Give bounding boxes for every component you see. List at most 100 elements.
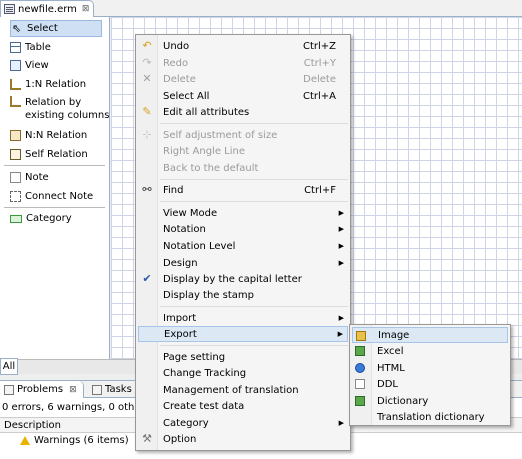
warning-icon (20, 436, 30, 445)
menu-item-management-of-translation[interactable]: Management of translation (138, 382, 348, 398)
editor-tabbar: newfile.erm ⊠ (0, 0, 522, 17)
menu-item-shortcut: Ctrl+Z (302, 40, 336, 52)
palette-item-label: Self Relation (25, 149, 88, 160)
tree-row-label: Warnings (6 items) (34, 435, 129, 446)
wrench-icon: ⚒ (142, 432, 152, 445)
submenu-arrow-icon: ▶ (338, 419, 344, 427)
menu-item-shortcut: Ctrl+A (302, 90, 336, 102)
palette-item-1n-relation[interactable]: 1:N Relation (10, 76, 86, 93)
tab-problems[interactable]: Problems ⊠ (0, 381, 84, 398)
menu-item-notation[interactable]: Notation ▶ (138, 221, 348, 237)
menu-item-label: Right Angle Line (163, 145, 245, 157)
erm-file-icon (4, 4, 15, 14)
submenu-item-excel[interactable]: Excel (352, 343, 508, 359)
menu-item-right-angle-line[interactable]: Right Angle Line (138, 143, 348, 159)
menu-item-import[interactable]: Import ▶ (138, 310, 348, 326)
menu-item-label: Category (163, 417, 209, 429)
self-relation-icon (10, 149, 21, 160)
dictionary-icon (355, 396, 365, 406)
arrow-icon: ⇖ (12, 22, 22, 35)
palette-item-table[interactable]: Table (10, 39, 51, 56)
tab-label: Problems (17, 384, 64, 395)
export-submenu: Image Excel HTML DDL Dictionary Translat… (349, 324, 511, 426)
submenu-arrow-icon: ▶ (338, 259, 344, 267)
menu-item-page-setting[interactable]: Page setting (138, 349, 348, 365)
context-menu: ↶ Undo Ctrl+Z ↷ Redo Ctrl+Y ✕ Delete Del… (135, 34, 351, 451)
palette-item-select[interactable]: ⇖ Select (10, 20, 102, 37)
tree-row-warnings[interactable]: Warnings (6 items) (20, 435, 129, 446)
palette-item-nn-relation[interactable]: N:N Relation (10, 127, 87, 144)
palette-item-label: Relation by existing columns (25, 96, 109, 122)
palette-item-category[interactable]: Category (10, 210, 72, 227)
menu-item-label: Export (164, 328, 197, 340)
menu-item-label: Redo (163, 57, 189, 69)
menu-item-label: DDL (377, 378, 398, 390)
html-icon (355, 363, 365, 373)
menu-item-label: Page setting (163, 351, 226, 363)
menu-separator (160, 123, 348, 124)
menu-item-undo[interactable]: ↶ Undo Ctrl+Z (138, 38, 348, 54)
menu-item-back-to-default[interactable]: Back to the default (138, 160, 348, 176)
palette-item-label-line2: existing columns (25, 110, 110, 121)
palette-item-note[interactable]: Note (10, 169, 49, 186)
menu-item-shortcut: Ctrl+Y (303, 57, 336, 69)
menu-item-redo[interactable]: ↷ Redo Ctrl+Y (138, 55, 348, 71)
menu-item-category[interactable]: Category ▶ (138, 415, 348, 431)
tab-tasks[interactable]: Tasks (88, 381, 136, 398)
submenu-item-image[interactable]: Image (352, 327, 508, 343)
close-icon[interactable]: ⊠ (82, 4, 90, 14)
menu-item-display-capital-letter[interactable]: ✔ Display by the capital letter (138, 271, 348, 287)
menu-item-label: Import (163, 312, 197, 324)
menu-item-label: Option (163, 433, 197, 445)
menu-item-delete[interactable]: ✕ Delete Delete (138, 71, 348, 87)
menu-item-label: Create test data (163, 400, 245, 412)
menu-item-change-tracking[interactable]: Change Tracking (138, 365, 348, 381)
palette-item-self-relation[interactable]: Self Relation (10, 146, 88, 163)
menu-item-find[interactable]: ⚯ Find Ctrl+F (138, 182, 348, 198)
editor-tab[interactable]: newfile.erm ⊠ (0, 0, 94, 17)
menu-item-label: Change Tracking (163, 367, 247, 379)
submenu-item-dictionary[interactable]: Dictionary (352, 393, 508, 409)
menu-item-label: Notation (163, 223, 206, 235)
menu-item-label: Translation dictionary (377, 411, 485, 423)
menu-item-label: Select All (163, 90, 210, 102)
menu-separator (160, 179, 348, 180)
note-icon (10, 172, 21, 183)
palette-item-label: N:N Relation (25, 130, 88, 141)
redo-icon: ↷ (142, 56, 152, 69)
palette-item-connect-note[interactable]: Connect Note (10, 188, 93, 205)
menu-item-display-stamp[interactable]: Display the stamp (138, 287, 348, 303)
menu-item-design[interactable]: Design ▶ (138, 255, 348, 271)
menu-item-label: Back to the default (163, 162, 259, 174)
palette-tab-all[interactable]: All (0, 358, 18, 375)
relation-existing-icon (10, 96, 21, 107)
submenu-arrow-icon: ▶ (338, 225, 344, 233)
image-icon (356, 331, 366, 341)
submenu-item-translation-dictionary[interactable]: Translation dictionary (352, 409, 508, 425)
palette-item-relation-existing[interactable]: Relation by existing columns (10, 96, 109, 126)
excel-icon (355, 346, 365, 356)
menu-item-option[interactable]: ⚒ Option (138, 431, 348, 447)
view-icon (10, 60, 21, 71)
menu-item-export[interactable]: Export ▶ (138, 326, 348, 342)
palette-divider (4, 207, 105, 208)
editor-tab-title: newfile.erm (18, 3, 77, 15)
submenu-item-html[interactable]: HTML (352, 360, 508, 376)
delete-icon: ✕ (142, 72, 152, 85)
menu-item-create-test-data[interactable]: Create test data (138, 398, 348, 414)
palette-item-label: Select (27, 23, 58, 34)
submenu-item-ddl[interactable]: DDL (352, 376, 508, 392)
palette-item-label: Note (25, 172, 49, 183)
menu-item-edit-all-attributes[interactable]: ✎ Edit all attributes (138, 104, 348, 120)
submenu-arrow-icon: ▶ (338, 242, 344, 250)
menu-item-label: Image (378, 329, 410, 341)
palette-item-view[interactable]: View (10, 57, 49, 74)
menu-item-notation-level[interactable]: Notation Level ▶ (138, 238, 348, 254)
menu-item-select-all[interactable]: Select All Ctrl+A (138, 88, 348, 104)
menu-item-view-mode[interactable]: View Mode ▶ (138, 205, 348, 221)
tab-label: Tasks (105, 384, 132, 395)
menu-separator (160, 345, 348, 346)
menu-separator (160, 201, 348, 202)
menu-item-self-adjustment[interactable]: ⊹ Self adjustment of size (138, 127, 348, 143)
close-icon[interactable]: ⊠ (69, 385, 77, 395)
